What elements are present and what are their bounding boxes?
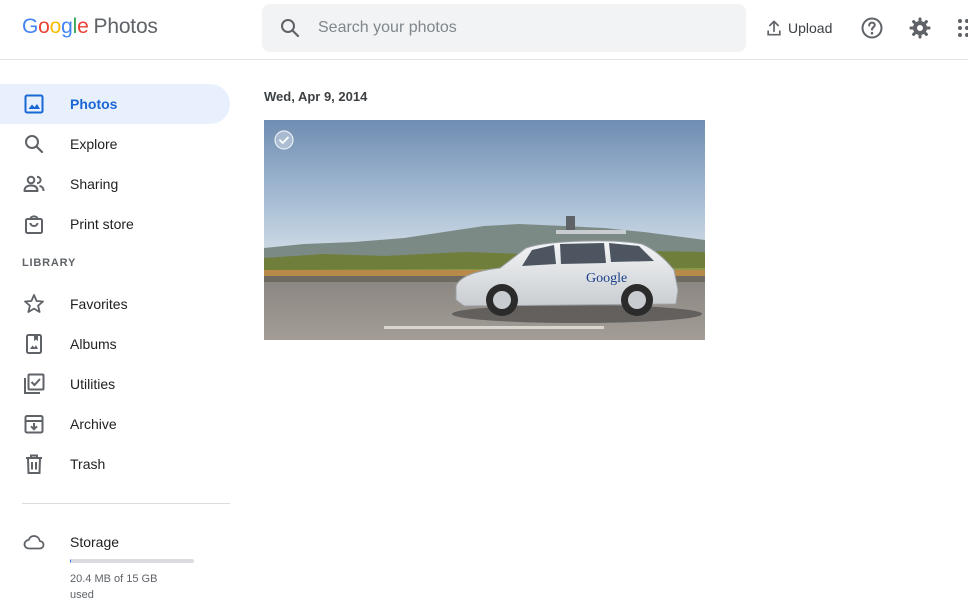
sidebar-item-label: Photos bbox=[70, 96, 118, 112]
upload-icon bbox=[767, 20, 781, 36]
search-input[interactable] bbox=[318, 14, 718, 42]
logo-letter: G bbox=[22, 15, 39, 38]
logo-letter: e bbox=[77, 15, 89, 38]
archive-icon bbox=[24, 415, 44, 434]
people-icon bbox=[23, 175, 45, 192]
self-driving-car-photo: Google bbox=[264, 120, 705, 340]
storage-used-amount: 20.4 MB of 15 GB bbox=[70, 573, 158, 585]
logo-letter: o bbox=[38, 15, 50, 38]
sidebar-item-label: Utilities bbox=[70, 376, 116, 392]
sidebar-item-label: Explore bbox=[70, 136, 118, 152]
photo-thumbnail[interactable]: Google bbox=[264, 120, 705, 340]
photo-grid: Wed, Apr 9, 2014 Google bbox=[240, 60, 968, 609]
search-icon bbox=[25, 135, 44, 154]
settings-gear-icon[interactable] bbox=[908, 16, 932, 40]
album-icon bbox=[26, 334, 42, 354]
google-photos-logo[interactable]: Google Photos bbox=[22, 15, 158, 41]
search-icon[interactable] bbox=[278, 16, 302, 40]
sidebar-item-label: Sharing bbox=[70, 176, 119, 192]
sidebar-item-favorites[interactable]: Favorites bbox=[0, 284, 230, 324]
sidebar-item-label: Archive bbox=[70, 416, 117, 432]
sidebar-nav: Photos Explore Sharing Print store LIBRA… bbox=[0, 60, 240, 609]
upload-label: Upload bbox=[788, 20, 833, 36]
sidebar-item-sharing[interactable]: Sharing bbox=[0, 164, 230, 204]
storage-progress-fill bbox=[70, 559, 71, 563]
storage-usage-text: 20.4 MB of 15 GB used bbox=[70, 571, 200, 603]
checklist-icon bbox=[24, 373, 45, 394]
sidebar-item-print-store[interactable]: Print store bbox=[0, 204, 230, 244]
search-bar[interactable] bbox=[262, 4, 746, 52]
trash-icon bbox=[26, 454, 42, 474]
library-section-heading: LIBRARY bbox=[22, 257, 77, 269]
sidebar-item-label: Trash bbox=[70, 456, 106, 472]
logo-product-name: Photos bbox=[93, 15, 158, 38]
sidebar-item-label: Favorites bbox=[70, 296, 128, 312]
logo-letter: o bbox=[49, 15, 62, 38]
select-checkmark-icon[interactable] bbox=[274, 130, 294, 150]
sidebar-item-storage[interactable]: Storage bbox=[0, 522, 230, 562]
sidebar-item-albums[interactable]: Albums bbox=[0, 324, 230, 364]
sidebar-item-trash[interactable]: Trash bbox=[0, 444, 230, 484]
sidebar-item-archive[interactable]: Archive bbox=[0, 404, 230, 444]
help-icon[interactable] bbox=[860, 16, 884, 40]
sidebar-item-photos[interactable]: Photos bbox=[0, 84, 230, 124]
sidebar-item-label: Storage bbox=[70, 534, 120, 550]
sidebar-item-utilities[interactable]: Utilities bbox=[0, 364, 230, 404]
sidebar-item-label: Print store bbox=[70, 216, 134, 232]
storage-used-suffix: used bbox=[70, 589, 94, 601]
star-icon bbox=[24, 294, 44, 313]
photo-icon bbox=[24, 94, 44, 114]
storage-progress-bar bbox=[70, 559, 194, 563]
sidebar-item-explore[interactable]: Explore bbox=[0, 124, 230, 164]
top-app-bar: GooglePhotos Upload bbox=[0, 0, 968, 60]
date-group-heading: Wed, Apr 9, 2014 bbox=[264, 89, 368, 104]
cloud-icon bbox=[23, 535, 45, 550]
sidebar-item-label: Albums bbox=[70, 336, 117, 352]
car-door-logo: Google bbox=[586, 271, 627, 286]
upload-button[interactable]: Upload bbox=[764, 16, 832, 40]
shopping-bag-icon bbox=[25, 215, 43, 234]
logo-letter: g bbox=[61, 15, 73, 38]
sidebar-divider bbox=[22, 503, 230, 504]
apps-grid-icon[interactable] bbox=[956, 16, 968, 40]
